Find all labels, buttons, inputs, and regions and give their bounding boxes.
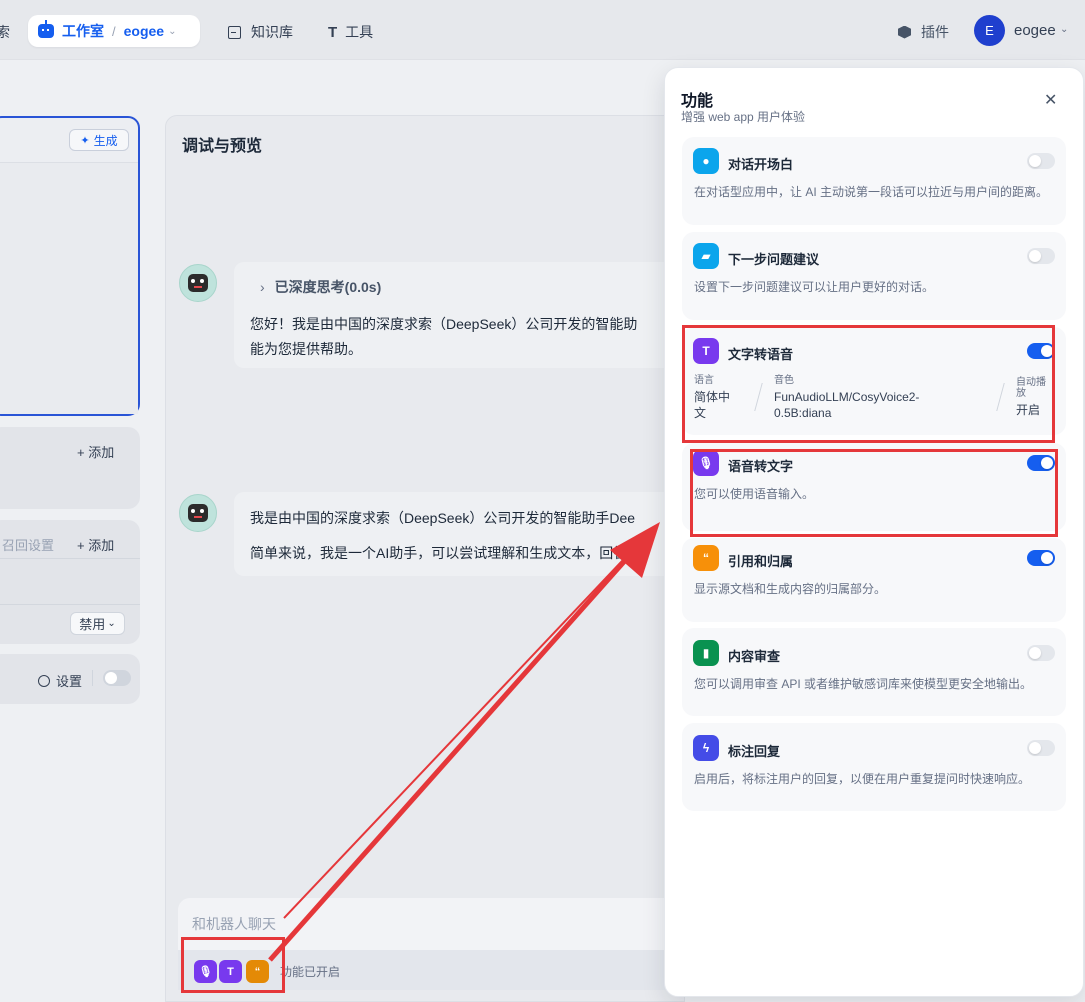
feature-card-moderation [682,628,1066,716]
bot-face-icon [188,504,208,522]
annotation-box-tts [682,325,1055,443]
bot-face-icon [188,274,208,292]
generate-label: 生成 [93,133,118,148]
close-icon[interactable]: ✕ [1044,90,1057,110]
chevron-down-icon: ⌄ [107,618,116,629]
feature-name: 下一步问题建议 [728,252,820,267]
chat-input-placeholder: 和机器人聊天 [192,916,276,932]
message-text: 简单来说，我是一个AI助手，可以尝试理解和生成文本，回答问 [250,545,642,561]
divider [92,670,93,686]
message-text: 您好！我是由中国的深度求索（DeepSeek）公司开发的智能助 [250,316,638,332]
plugins-label: 插件 [921,24,949,40]
nav-item-tools-label: 工具 [345,24,374,40]
add-variable-button[interactable]: + 添加 [77,442,114,461]
settings-button[interactable]: 设置 [38,671,82,690]
shield-icon: ▮ [693,640,719,666]
breadcrumb-separator: / [112,23,116,39]
message-text: 能为您提供帮助。 [250,341,362,357]
studio-label: 工作室 [62,23,104,39]
annotation-box-feature-icons [181,937,285,993]
divider [0,604,140,605]
plugins-button[interactable]: 插件 [898,22,949,42]
message-chat-icon: ▰ [693,243,719,269]
bot-message [234,492,694,576]
feature-desc: 在对话型应用中，让 AI 主动说第一段话可以拉近与用户间的距离。 [694,185,1049,199]
disable-select[interactable]: 禁用 ⌄ [70,612,125,635]
feature-toggle-moderation[interactable] [1027,645,1055,661]
bot-avatar [179,494,217,532]
add-context-button[interactable]: + 添加 [77,535,114,554]
gear-icon [38,674,50,687]
avatar[interactable]: E [974,15,1005,46]
feature-desc: 您可以调用审查 API 或者维护敏感词库来使模型更安全地输出。 [694,677,1033,691]
quote-icon: “ [693,545,719,571]
divider [0,558,140,559]
vision-toggle[interactable] [103,670,131,686]
studio-workspace-selector[interactable]: 工作室 / eogee ⌄ [28,15,200,47]
feature-name: 引用和归属 [728,554,794,569]
chevron-down-icon: ⌄ [168,25,177,37]
bot-avatar [179,264,217,302]
generate-button[interactable]: ✦ 生成 [69,129,129,151]
feature-card-opener [682,137,1066,225]
prompt-editor[interactable] [0,116,140,416]
nav-item-knowledge-label: 知识库 [251,24,293,40]
nav-item-tools[interactable]: T 工具 [328,22,373,42]
recall-settings-link[interactable]: 召回设置 [2,535,54,554]
annotation-reply-icon: ϟ [693,735,719,761]
deep-think-toggle[interactable]: › 已深度思考(0.0s) [260,277,381,297]
workspace-name: eogee [123,23,165,39]
nav-item-cut[interactable]: 索 [0,22,10,42]
disable-select-label: 禁用 [79,617,106,632]
sparkle-icon: ✦ [80,134,90,147]
hammer-icon: T [328,23,338,41]
features-enabled-label: 功能已开启 [280,965,341,979]
user-name[interactable]: eogee [1014,22,1056,39]
feature-name: 对话开场白 [728,157,794,172]
feature-desc: 显示源文档和生成内容的归属部分。 [694,582,887,596]
feature-name: 内容审查 [728,649,781,664]
nav-item-knowledge[interactable]: 知识库 [228,22,293,42]
cube-icon [898,25,911,39]
feature-toggle-annotation[interactable] [1027,740,1055,756]
feature-desc: 设置下一步问题建议可以让用户更好的对话。 [694,280,935,294]
feature-desc: 启用后，将标注用户的回复，以便在用户重复提问时快速响应。 [694,772,1031,786]
annotation-box-stt [690,449,1058,537]
feature-card-suggestions [682,232,1066,320]
feature-name: 标注回复 [728,744,781,759]
chat-bubble-icon: ● [693,148,719,174]
feature-toggle-opener[interactable] [1027,153,1055,169]
deep-think-label: 已深度思考(0.0s) [274,279,382,295]
panel-subtitle: 增强 web app 用户体验 [681,110,806,124]
chevron-down-icon[interactable]: ⌄ [1060,24,1068,35]
prompt-textarea[interactable] [0,162,138,414]
book-icon [228,25,241,39]
settings-label: 设置 [56,674,83,689]
feature-toggle-citations[interactable] [1027,550,1055,566]
feature-toggle-suggestions[interactable] [1027,248,1055,264]
chevron-right-icon: › [260,279,265,295]
variables-card [0,427,140,509]
preview-title: 调试与预览 [182,138,263,155]
feature-card-annotation [682,723,1066,811]
robot-icon [38,20,54,38]
message-text: 我是由中国的深度求索（DeepSeek）公司开发的智能助手Dee [250,510,636,526]
